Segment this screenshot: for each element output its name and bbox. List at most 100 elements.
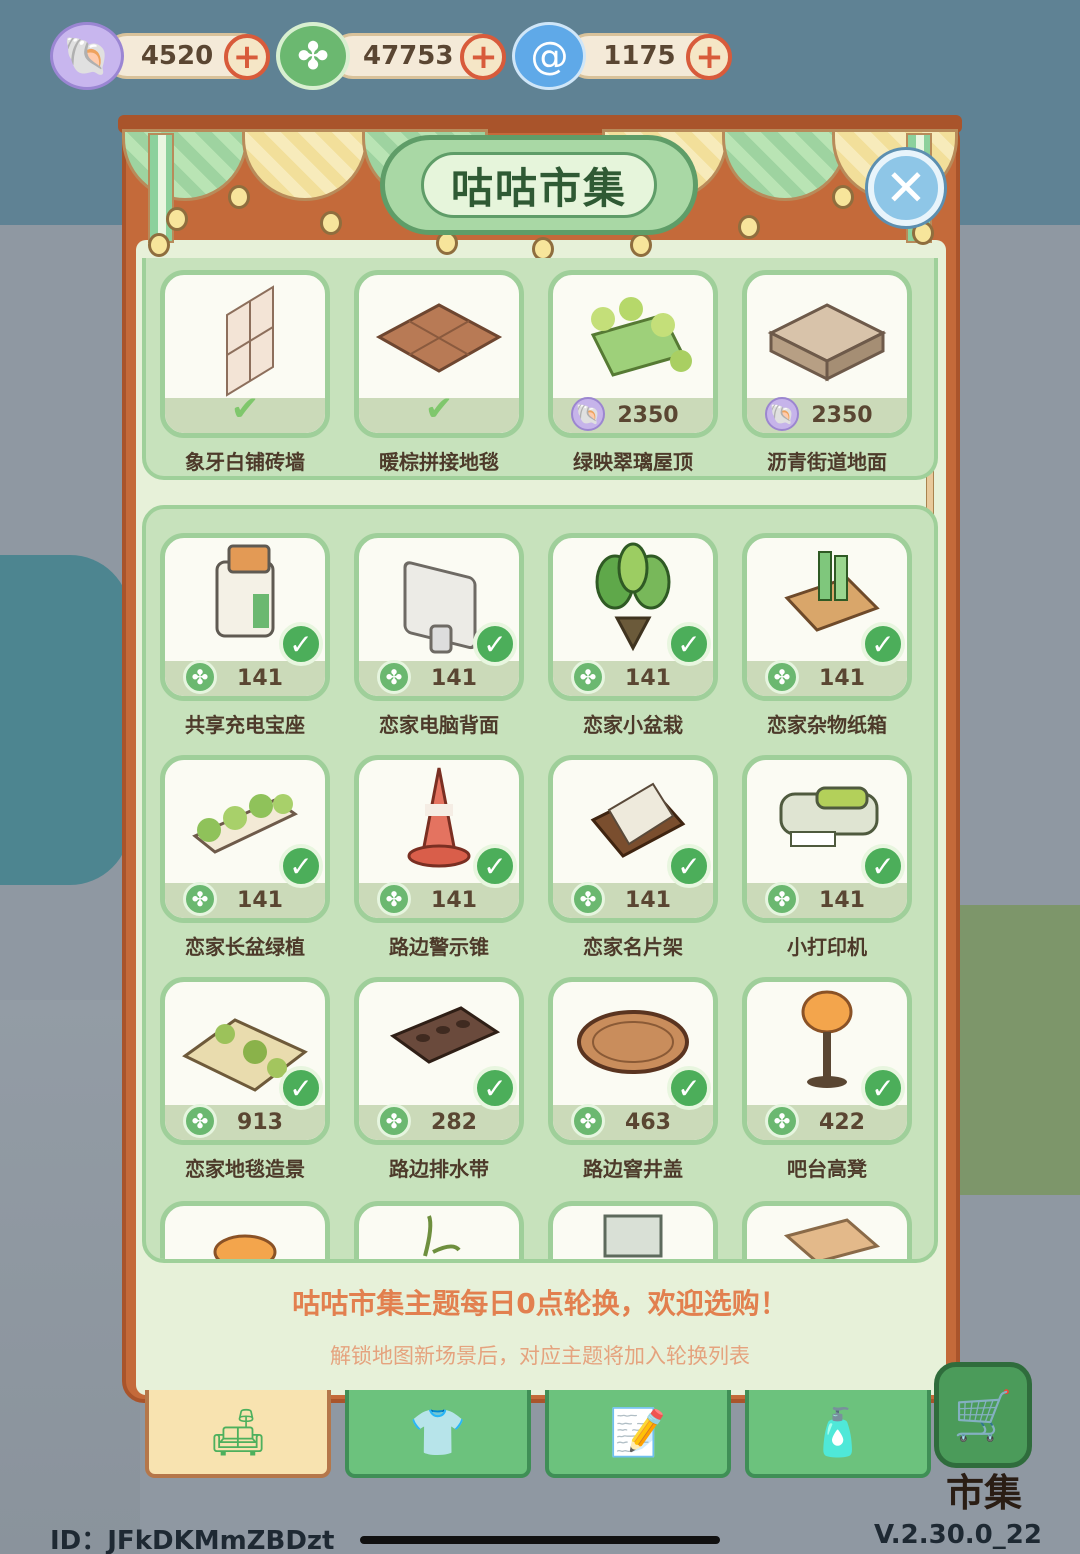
item-box: 463 ✤ ✓ [548, 977, 718, 1145]
add-shell-button[interactable]: + [224, 34, 270, 80]
item-box: 141 ✤ ✓ [548, 755, 718, 923]
tab-notes[interactable]: 📝 [545, 1390, 731, 1478]
tab-furniture[interactable]: 🛋 [145, 1390, 331, 1478]
clover-coin-icon: ✤ [183, 1104, 217, 1138]
swirl-gem-icon: @ [512, 22, 587, 90]
item-name: 恋家杂物纸箱 [767, 713, 887, 737]
notepad-icon: 📝 [609, 1404, 667, 1459]
featured-card[interactable]: ✔ 象牙白铺砖墙 [160, 270, 330, 475]
item-name: 路边警示锥 [389, 935, 489, 959]
item-box: 2350 🐚 [548, 270, 718, 438]
clover-coin-icon: ✤ [765, 660, 799, 694]
add-swirl-button[interactable]: + [686, 34, 733, 80]
item-box [354, 1201, 524, 1259]
item-price: 141 [431, 666, 477, 691]
item-box: 141 ✤ ✓ [354, 533, 524, 701]
item-name: 沥青街道地面 [767, 450, 887, 474]
owned-check-icon: ✓ [861, 1066, 905, 1110]
featured-section: ✔ 象牙白铺砖墙 ✔ 暖棕拼接地毯 2350 🐚 绿映翠璃屋顶 2350 🐚 沥… [142, 258, 938, 480]
item-box: 422 ✤ ✓ [742, 977, 912, 1145]
light-bulb [228, 185, 250, 209]
owned-check-icon: ✔ [424, 389, 454, 429]
items-section: 141 ✤ ✓ 共享充电宝座 141 ✤ ✓ 恋家电脑背面 141 ✤ ✓ 恋家小盆栽 141 ✤ ✓ 恋家杂… [142, 505, 938, 1263]
light-bulb [148, 233, 170, 257]
item-name: 吧台高凳 [787, 1157, 867, 1181]
item-price: 141 [625, 666, 671, 691]
currency-bar: 🐚 4520 + ✤ 47753 + @ 1175 + [50, 22, 733, 90]
tab-clothing[interactable]: 👕 [345, 1390, 531, 1478]
background-water [0, 555, 130, 885]
item-box: 282 ✤ ✓ [354, 977, 524, 1145]
owned-check-icon: ✔ [230, 389, 260, 429]
item-name: 恋家小盆栽 [583, 713, 683, 737]
item-card[interactable]: 141 ✤ ✓ 恋家小盆栽 [548, 533, 718, 738]
item-name: 绿映翠璃屋顶 [573, 450, 693, 474]
featured-card[interactable]: ✔ 暖棕拼接地毯 [354, 270, 524, 475]
owned-check-icon: ✓ [667, 622, 711, 666]
item-box: ✔ [160, 270, 330, 438]
currency-swirl: @ 1175 + [512, 22, 733, 90]
item-card[interactable]: 141 ✤ ✓ 恋家杂物纸箱 [742, 533, 912, 738]
clover-coin-icon: ✤ [377, 1104, 411, 1138]
featured-card[interactable]: 2350 🐚 沥青街道地面 [742, 270, 912, 475]
item-box: ✔ [354, 270, 524, 438]
item-card[interactable]: 913 ✤ ✓ 恋家地毯造景 [160, 977, 330, 1182]
rotation-notice: 咕咕市集主题每日0点轮换，欢迎选购！ [292, 1287, 788, 1320]
partial-item-card[interactable] [160, 1201, 330, 1259]
item-card[interactable]: 141 ✤ ✓ 路边警示锥 [354, 755, 524, 960]
market-button[interactable]: 🛒 [934, 1362, 1032, 1468]
tab-supplies[interactable]: 🧴 [745, 1390, 931, 1478]
plant-item-art [423, 1215, 461, 1257]
clover-coin-icon: ✤ [571, 1104, 605, 1138]
add-clover-button[interactable]: + [460, 34, 507, 80]
item-box: 141 ✤ ✓ [354, 755, 524, 923]
clover-coin-icon: ✤ [765, 1104, 799, 1138]
partial-item-card[interactable] [742, 1201, 912, 1259]
owned-check-icon: ✓ [473, 1066, 517, 1110]
owned-check-icon: ✓ [279, 844, 323, 888]
item-box: 141 ✤ ✓ [160, 533, 330, 701]
home-indicator[interactable] [360, 1536, 720, 1544]
item-card[interactable]: 141 ✤ ✓ 恋家电脑背面 [354, 533, 524, 738]
asphalt-floor-art [767, 303, 887, 382]
clover-coin-icon: ✤ [183, 660, 217, 694]
item-card[interactable]: 463 ✤ ✓ 路边窨井盖 [548, 977, 718, 1182]
item-box [742, 1201, 912, 1259]
close-button[interactable]: ✕ [868, 150, 944, 226]
item-box [160, 1201, 330, 1259]
item-name: 路边排水带 [389, 1157, 489, 1181]
item-card[interactable]: 141 ✤ ✓ 恋家长盆绿植 [160, 755, 330, 960]
ivory-tile-wall-art [226, 285, 274, 397]
sofa-icon: 🛋 [208, 1404, 268, 1459]
item-card[interactable]: 422 ✤ ✓ 吧台高凳 [742, 977, 912, 1182]
item-box: 913 ✤ ✓ [160, 977, 330, 1145]
clover-coin-icon: ✤ [377, 660, 411, 694]
partial-item-card[interactable] [548, 1201, 718, 1259]
item-name: 象牙白铺砖墙 [185, 450, 305, 474]
item-card[interactable]: 141 ✤ ✓ 共享充电宝座 [160, 533, 330, 738]
item-card[interactable]: 141 ✤ ✓ 恋家名片架 [548, 755, 718, 960]
market-button-label: 市集 [945, 1471, 1022, 1515]
page-title: 咕咕市集 [421, 152, 657, 218]
awning-scallop [722, 129, 848, 201]
shopping-cart-icon: 🛒 [953, 1387, 1013, 1444]
clover-coin-icon: ✤ [377, 882, 411, 916]
orange-item-art [213, 1234, 277, 1259]
item-price: 463 [625, 1110, 671, 1135]
owned-check-icon: ✓ [667, 844, 711, 888]
clover-coin-icon: ✤ [571, 660, 605, 694]
item-card[interactable]: 282 ✤ ✓ 路边排水带 [354, 977, 524, 1182]
owned-check-icon: ✓ [279, 1066, 323, 1110]
owned-check-icon: ✓ [861, 622, 905, 666]
category-tabs: 🛋 👕 📝 🧴 [145, 1390, 935, 1478]
item-price: 141 [237, 888, 283, 913]
close-icon: ✕ [885, 159, 927, 217]
featured-card[interactable]: 2350 🐚 绿映翠璃屋顶 [548, 270, 718, 475]
item-box: 141 ✤ ✓ [742, 533, 912, 701]
item-card[interactable]: 141 ✤ ✓ 小打印机 [742, 755, 912, 960]
shirt-icon: 👕 [409, 1404, 467, 1459]
partial-item-card[interactable] [354, 1201, 524, 1259]
currency-clover: ✤ 47753 + [276, 22, 507, 90]
owned-check-icon: ✓ [667, 1066, 711, 1110]
owned-check-icon: ✓ [861, 844, 905, 888]
